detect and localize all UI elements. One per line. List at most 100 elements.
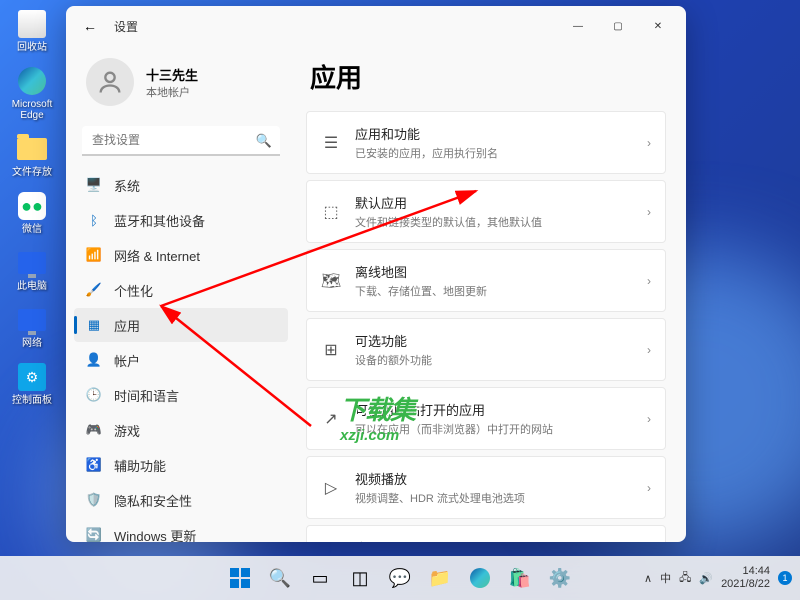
nav-icon: 🛡️ — [86, 492, 102, 508]
card-title: 离线地图 — [355, 262, 633, 281]
nav-label: 帐户 — [114, 351, 140, 370]
search-input[interactable] — [82, 126, 280, 156]
ime-indicator[interactable]: 中 — [660, 570, 671, 586]
settings-window: ← 设置 — ▢ ✕ 十三先生 本地帐户 🔍 🖥️ 系统 ᛒ蓝牙和其他设备 📶 网络 &… — [66, 6, 686, 542]
nav-item-3[interactable]: 🖌️个性化 — [74, 273, 288, 307]
settings-card-3[interactable]: ⊞可选功能设备的额外功能› — [306, 318, 666, 381]
desktop-icon-label: 回收站 — [17, 42, 47, 53]
start-button[interactable] — [222, 560, 258, 596]
user-sub: 本地帐户 — [146, 84, 198, 100]
nav-label: 辅助功能 — [114, 456, 166, 475]
search-box: 🔍 — [82, 126, 280, 156]
card-title: 应用和功能 — [355, 124, 633, 143]
nav-icon: ▦ — [86, 317, 102, 333]
nav: 🖥️ 系统 ᛒ蓝牙和其他设备 📶 网络 & Internet 🖌️个性化 ▦ 应用 👤帐户🕒时间… — [74, 168, 288, 542]
desktop-icon-label: Microsoft Edge — [8, 99, 56, 121]
chat-icon[interactable]: 💬 — [382, 560, 418, 596]
tray-chevron-icon[interactable]: ∧ — [644, 572, 652, 585]
chevron-right-icon: › — [647, 274, 651, 288]
window-title: 设置 — [114, 18, 138, 35]
settings-card-4[interactable]: ↗ 可使用网站打开的应用可以在应用（而非浏览器）中打开的网站 › — [306, 387, 666, 450]
nav-label: 网络 & Internet — [114, 246, 200, 265]
desktop-icon-label: 网络 — [22, 338, 42, 349]
desktop-icon-label: 文件存放 — [12, 167, 52, 178]
desktop-icon-folder[interactable]: 文件存放 — [8, 133, 56, 178]
taskbar: 🔍 ▭ ◫ 💬 📁 🛍️ ⚙️ ∧ 中 🖧 🔊 14:44 2021/8/22 … — [0, 556, 800, 600]
content: 应用 ☰应用和功能已安装的应用，应用执行别名›⬚默认应用文件和链接类型的默认值，… — [296, 46, 686, 542]
nav-label: 个性化 — [114, 281, 153, 300]
nav-item-6[interactable]: 🕒时间和语言 — [74, 378, 288, 412]
card-title: 视频播放 — [355, 469, 633, 488]
nav-label: 系统 — [114, 176, 140, 195]
search-icon: 🔍 — [256, 133, 272, 149]
nav-label: 应用 — [114, 316, 140, 335]
settings-taskbar-icon[interactable]: ⚙️ — [542, 560, 578, 596]
nav-item-9[interactable]: 🛡️ 隐私和安全性 — [74, 483, 288, 517]
widgets-icon[interactable]: ◫ — [342, 560, 378, 596]
nav-item-4[interactable]: ▦ 应用 — [74, 308, 288, 342]
desktop-icon-pc[interactable]: 此电脑 — [8, 247, 56, 292]
card-icon: ☰ — [321, 133, 341, 153]
desktop-icon-label: 微信 — [22, 224, 42, 235]
network-icon[interactable]: 🖧 — [679, 569, 691, 588]
nav-label: Windows 更新 — [114, 526, 196, 543]
card-sub: 可以在应用（而非浏览器）中打开的网站 — [355, 421, 633, 437]
card-icon: ▷ — [321, 478, 341, 498]
card-icon: 🗺 — [321, 271, 341, 291]
sidebar: 十三先生 本地帐户 🔍 🖥️ 系统 ᛒ蓝牙和其他设备 📶 网络 & Internet 🖌️… — [66, 46, 296, 542]
avatar-icon — [86, 58, 134, 106]
desktop-icon-edge[interactable]: Microsoft Edge — [8, 65, 56, 121]
card-sub: 视频调整、HDR 流式处理电池选项 — [355, 490, 633, 506]
nav-item-0[interactable]: 🖥️ 系统 — [74, 168, 288, 202]
back-button[interactable]: ← — [74, 10, 106, 42]
nav-label: 隐私和安全性 — [114, 491, 192, 510]
minimize-button[interactable]: — — [558, 10, 598, 42]
user-name: 十三先生 — [146, 65, 198, 84]
clock[interactable]: 14:44 2021/8/22 — [721, 565, 770, 591]
chevron-right-icon: › — [647, 343, 651, 357]
nav-icon: 📶 — [86, 247, 102, 263]
nav-item-8[interactable]: ♿辅助功能 — [74, 448, 288, 482]
nav-icon: 🎮 — [86, 422, 102, 438]
close-button[interactable]: ✕ — [638, 10, 678, 42]
nav-icon: ᛒ — [86, 212, 102, 228]
volume-icon[interactable]: 🔊 — [699, 572, 713, 585]
settings-card-1[interactable]: ⬚默认应用文件和链接类型的默认值，其他默认值› — [306, 180, 666, 243]
settings-card-6[interactable]: ⟳启动登录时自动启动的应用程序› — [306, 525, 666, 542]
card-title: 可使用网站打开的应用 — [355, 400, 633, 419]
store-icon[interactable]: 🛍️ — [502, 560, 538, 596]
edge-taskbar-icon[interactable] — [462, 560, 498, 596]
nav-item-1[interactable]: ᛒ蓝牙和其他设备 — [74, 203, 288, 237]
card-icon: ↗ — [321, 409, 341, 429]
settings-card-2[interactable]: 🗺 离线地图下载、存储位置、地图更新 › — [306, 249, 666, 312]
search-taskbar-icon[interactable]: 🔍 — [262, 560, 298, 596]
desktop-icon-label: 此电脑 — [17, 281, 47, 292]
card-icon: ⬚ — [321, 202, 341, 222]
desktop-icon-wechat[interactable]: ●●微信 — [8, 190, 56, 235]
desktop-icon-recycle[interactable]: 回收站 — [8, 8, 56, 53]
card-sub: 下载、存储位置、地图更新 — [355, 283, 633, 299]
card-title: 启动 — [355, 538, 633, 542]
settings-card-0[interactable]: ☰应用和功能已安装的应用，应用执行别名› — [306, 111, 666, 174]
nav-icon: 🕒 — [86, 387, 102, 403]
explorer-icon[interactable]: 📁 — [422, 560, 458, 596]
desktop-icon-cp[interactable]: ⚙控制面板 — [8, 361, 56, 406]
desktop-icon-pc[interactable]: 网络 — [8, 304, 56, 349]
chevron-right-icon: › — [647, 205, 651, 219]
notification-badge[interactable]: 1 — [778, 571, 792, 585]
card-icon: ⊞ — [321, 340, 341, 360]
nav-item-7[interactable]: 🎮 游戏 — [74, 413, 288, 447]
nav-label: 游戏 — [114, 421, 140, 440]
desktop-icon-label: 控制面板 — [12, 395, 52, 406]
nav-item-10[interactable]: 🔄 Windows 更新 — [74, 518, 288, 542]
nav-icon: 🖥️ — [86, 177, 102, 193]
nav-item-2[interactable]: 📶 网络 & Internet — [74, 238, 288, 272]
user-block[interactable]: 十三先生 本地帐户 — [74, 50, 288, 114]
maximize-button[interactable]: ▢ — [598, 10, 638, 42]
chevron-right-icon: › — [647, 412, 651, 426]
nav-item-5[interactable]: 👤帐户 — [74, 343, 288, 377]
taskview-icon[interactable]: ▭ — [302, 560, 338, 596]
settings-card-5[interactable]: ▷ 视频播放视频调整、HDR 流式处理电池选项 › — [306, 456, 666, 519]
chevron-right-icon: › — [647, 481, 651, 495]
nav-icon: 🔄 — [86, 527, 102, 542]
